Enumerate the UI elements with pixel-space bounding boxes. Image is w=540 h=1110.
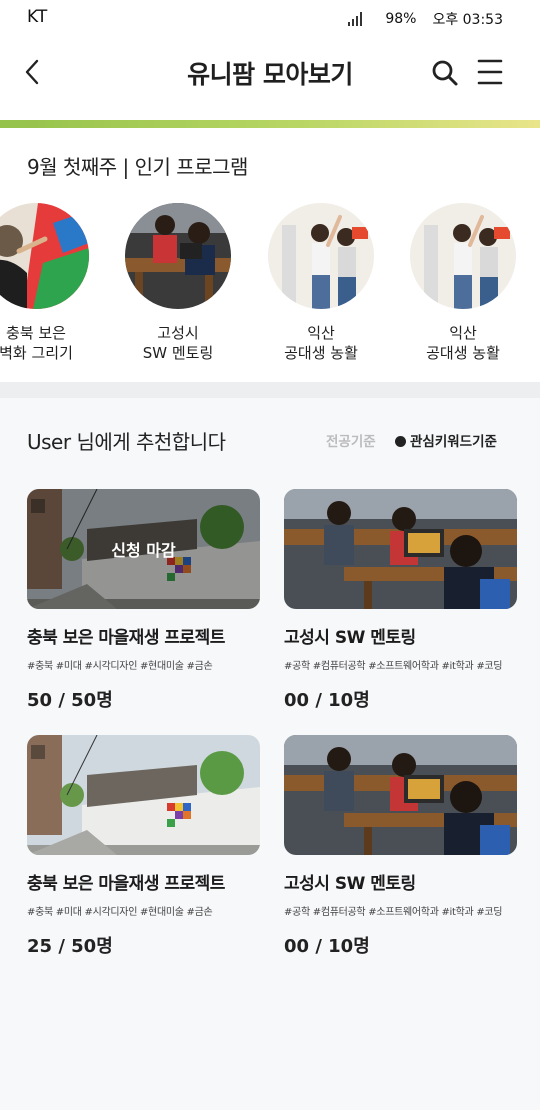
card-image bbox=[27, 735, 260, 855]
recommend-header: User 님에게 추천합니다 전공기준 관심키워드기준 bbox=[0, 398, 540, 470]
program-card[interactable]: 고성시 SW 멘토링 #공학 #컴퓨터공학 #소프트웨어학과 #it학과 #코딩… bbox=[284, 735, 517, 958]
card-title: 충북 보은 마을재생 프로젝트 bbox=[27, 628, 225, 648]
app-header: 유니팜 모아보기 bbox=[0, 36, 540, 120]
popular-title: 9월 첫째주 | 인기 프로그램 bbox=[27, 155, 248, 179]
program-thumbnail bbox=[0, 203, 89, 309]
signal-icon bbox=[348, 12, 365, 26]
card-title: 고성시 SW 멘토링 bbox=[284, 628, 416, 648]
search-button[interactable] bbox=[430, 58, 460, 88]
program-card[interactable]: 고성시 SW 멘토링 #공학 #컴퓨터공학 #소프트웨어학과 #it학과 #코딩… bbox=[284, 489, 517, 712]
search-icon bbox=[432, 60, 458, 86]
selected-dot-icon bbox=[395, 436, 406, 447]
popular-program-item[interactable]: 충북 보은 벽화 그리기 bbox=[0, 203, 101, 363]
popular-program-item[interactable]: 익산 공대생 농활 bbox=[398, 203, 528, 363]
filter-keyword-label: 관심키워드기준 bbox=[410, 434, 497, 450]
section-divider bbox=[0, 382, 540, 398]
program-card[interactable]: 신청 마감 충북 보은 마을재생 프로젝트 #충북 #미대 #시각디자인 #현대… bbox=[27, 489, 260, 712]
program-card[interactable]: 충북 보은 마을재생 프로젝트 #충북 #미대 #시각디자인 #현대미술 #금손… bbox=[27, 735, 260, 958]
menu-button[interactable] bbox=[476, 58, 504, 86]
program-label: 충북 보은 벽화 그리기 bbox=[0, 324, 73, 362]
clock-label: 오후 03:53 bbox=[432, 12, 503, 28]
closed-overlay: 신청 마감 bbox=[27, 489, 260, 609]
card-image bbox=[284, 735, 517, 855]
card-image: 신청 마감 bbox=[27, 489, 260, 609]
card-participant-count: 25 / 50명 bbox=[27, 936, 113, 957]
program-label: 익산 공대생 농활 bbox=[426, 324, 500, 362]
battery-label: 98% bbox=[385, 11, 417, 27]
filter-major-option[interactable]: 전공기준 bbox=[326, 430, 376, 450]
program-thumbnail bbox=[410, 203, 516, 309]
card-tags: #충북 #미대 #시각디자인 #현대미술 #금손 bbox=[27, 907, 213, 918]
card-participant-count: 00 / 10명 bbox=[284, 690, 370, 711]
popular-program-item[interactable]: 고성시 SW 멘토링 bbox=[113, 203, 243, 363]
recommend-title: User 님에게 추천합니다 bbox=[27, 430, 226, 454]
filter-keyword-option[interactable]: 관심키워드기준 bbox=[395, 430, 497, 450]
card-tags: #충북 #미대 #시각디자인 #현대미술 #금손 bbox=[27, 661, 213, 672]
program-label: 고성시 SW 멘토링 bbox=[142, 324, 214, 362]
popular-program-item[interactable]: 익산 공대생 농활 bbox=[256, 203, 386, 363]
hamburger-menu-icon bbox=[477, 59, 503, 85]
program-thumbnail bbox=[125, 203, 231, 309]
card-tags: #공학 #컴퓨터공학 #소프트웨어학과 #it학과 #코딩 bbox=[284, 661, 503, 672]
header-accent-bar bbox=[0, 120, 540, 128]
card-image bbox=[284, 489, 517, 609]
program-label: 익산 공대생 농활 bbox=[284, 324, 358, 362]
carrier-label: KT bbox=[27, 7, 48, 27]
card-title: 고성시 SW 멘토링 bbox=[284, 874, 416, 894]
card-participant-count: 00 / 10명 bbox=[284, 936, 370, 957]
status-bar: KT 98% 오후 03:53 bbox=[0, 0, 540, 36]
card-title: 충북 보은 마을재생 프로젝트 bbox=[27, 874, 225, 894]
status-right: 98% 오후 03:53 bbox=[348, 9, 503, 29]
program-thumbnail bbox=[268, 203, 374, 309]
card-participant-count: 50 / 50명 bbox=[27, 690, 113, 711]
popular-programs-section: 9월 첫째주 | 인기 프로그램 충북 보은 벽화 그리기 고성시 SW 멘토링… bbox=[0, 128, 540, 382]
card-tags: #공학 #컴퓨터공학 #소프트웨어학과 #it학과 #코딩 bbox=[284, 907, 503, 918]
